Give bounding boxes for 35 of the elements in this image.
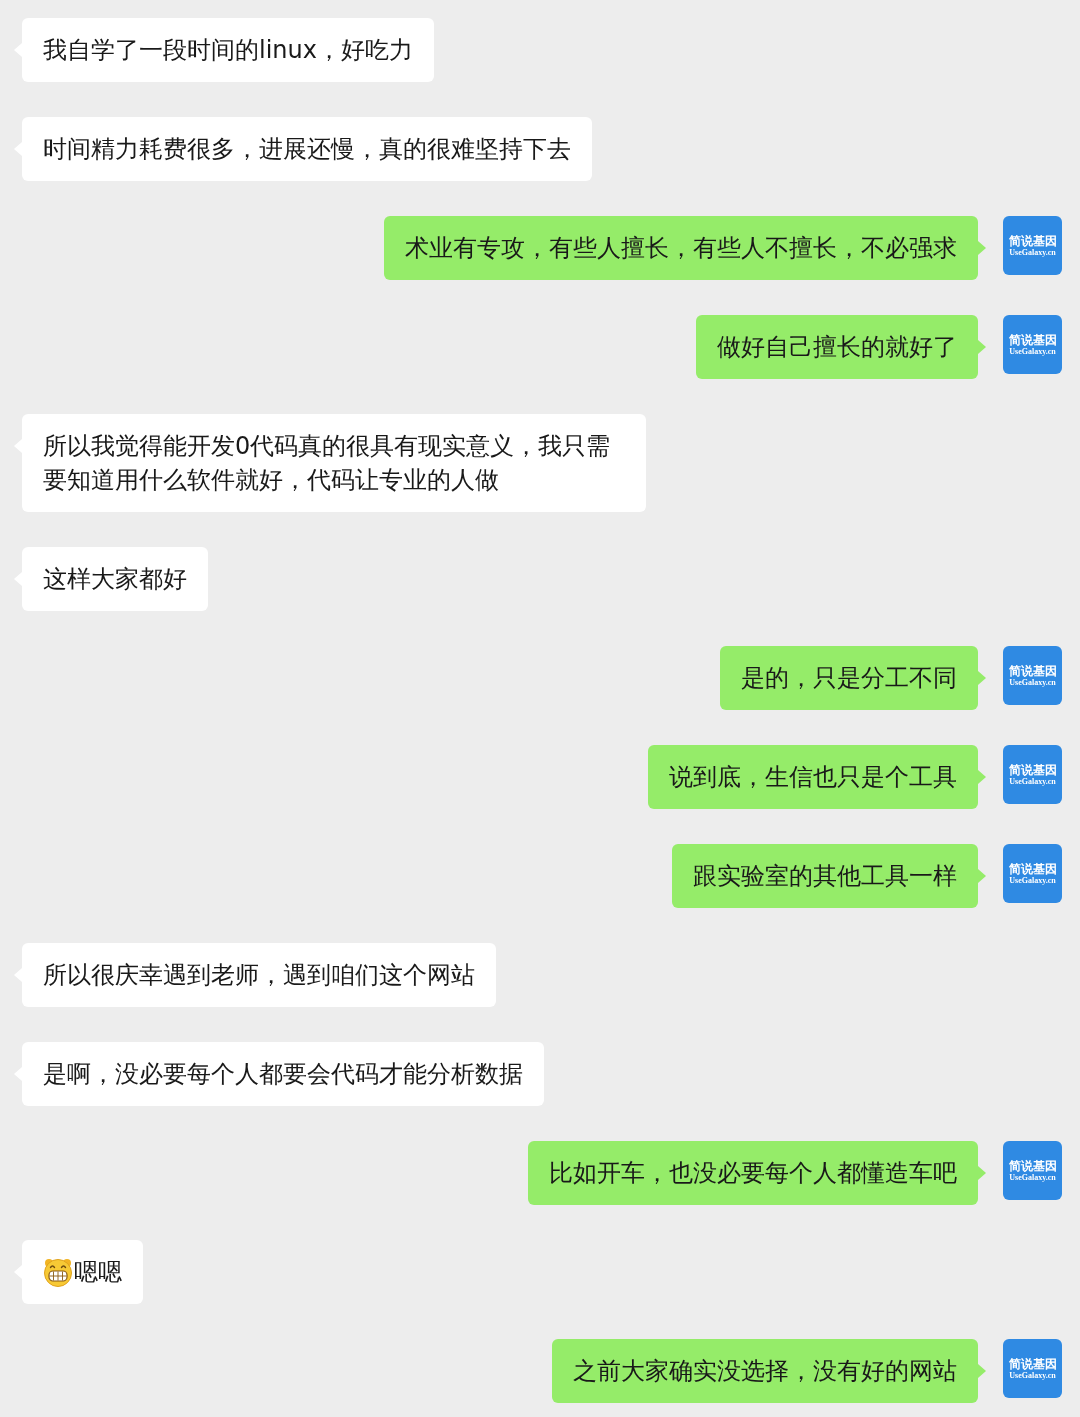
avatar-title: 简说基因 — [1008, 233, 1057, 248]
avatar-subtitle: UseGalaxy.cn — [1009, 346, 1056, 357]
message-text: 跟实验室的其他工具一样 — [693, 861, 957, 892]
avatar-title: 简说基因 — [1008, 1158, 1057, 1173]
message-text: 做好自己擅长的就好了 — [717, 332, 957, 363]
avatar-subtitle: UseGalaxy.cn — [1009, 1172, 1056, 1183]
logo-avatar[interactable]: 简说基因 UseGalaxy.cn — [1003, 1339, 1062, 1398]
avatar-title: 简说基因 — [1008, 861, 1057, 876]
logo-avatar[interactable]: 简说基因 UseGalaxy.cn — [1003, 646, 1062, 705]
message-text: 说到底，生信也只是个工具 — [669, 762, 957, 793]
message-text: 这样大家都好 — [43, 564, 187, 595]
message-text: 嗯嗯 — [74, 1257, 122, 1288]
message-text: 之前大家确实没选择，没有好的网站 — [573, 1356, 957, 1387]
message-text: 时间精力耗费很多，进展还慢，真的很难坚持下去 — [43, 134, 571, 165]
avatar-title: 简说基因 — [1008, 762, 1057, 777]
message-text: 是啊，没必要每个人都要会代码才能分析数据 — [43, 1059, 523, 1090]
avatar-subtitle: UseGalaxy.cn — [1009, 875, 1056, 886]
logo-avatar[interactable]: 简说基因 UseGalaxy.cn — [1003, 1141, 1062, 1200]
logo-avatar[interactable]: 简说基因 UseGalaxy.cn — [1003, 745, 1062, 804]
avatar-subtitle: UseGalaxy.cn — [1009, 776, 1056, 787]
message-text: 比如开车，也没必要每个人都懂造车吧 — [549, 1158, 957, 1189]
avatar-subtitle: UseGalaxy.cn — [1009, 1370, 1056, 1381]
message-text: 我自学了一段时间的linux，好吃力 — [43, 35, 413, 66]
avatar-title: 简说基因 — [1008, 1356, 1057, 1371]
logo-avatar[interactable]: 简说基因 UseGalaxy.cn — [1003, 315, 1062, 374]
avatar-subtitle: UseGalaxy.cn — [1009, 247, 1056, 258]
avatar-subtitle: UseGalaxy.cn — [1009, 677, 1056, 688]
logo-avatar[interactable]: 简说基因 UseGalaxy.cn — [1003, 844, 1062, 903]
message-text: 所以我觉得能开发0代码真的很具有现实意义，我只需要知道用什么软件就好，代码让专业的人做 — [43, 431, 612, 496]
message-text: 术业有专攻，有些人擅长，有些人不擅长，不必强求 — [405, 233, 957, 264]
message-text: 所以很庆幸遇到老师，遇到咱们这个网站 — [43, 960, 475, 991]
avatar-title: 简说基因 — [1008, 663, 1057, 678]
avatar-title: 简说基因 — [1008, 332, 1057, 347]
logo-avatar[interactable]: 简说基因 UseGalaxy.cn — [1003, 216, 1062, 275]
message-text: 是的，只是分工不同 — [741, 663, 957, 694]
